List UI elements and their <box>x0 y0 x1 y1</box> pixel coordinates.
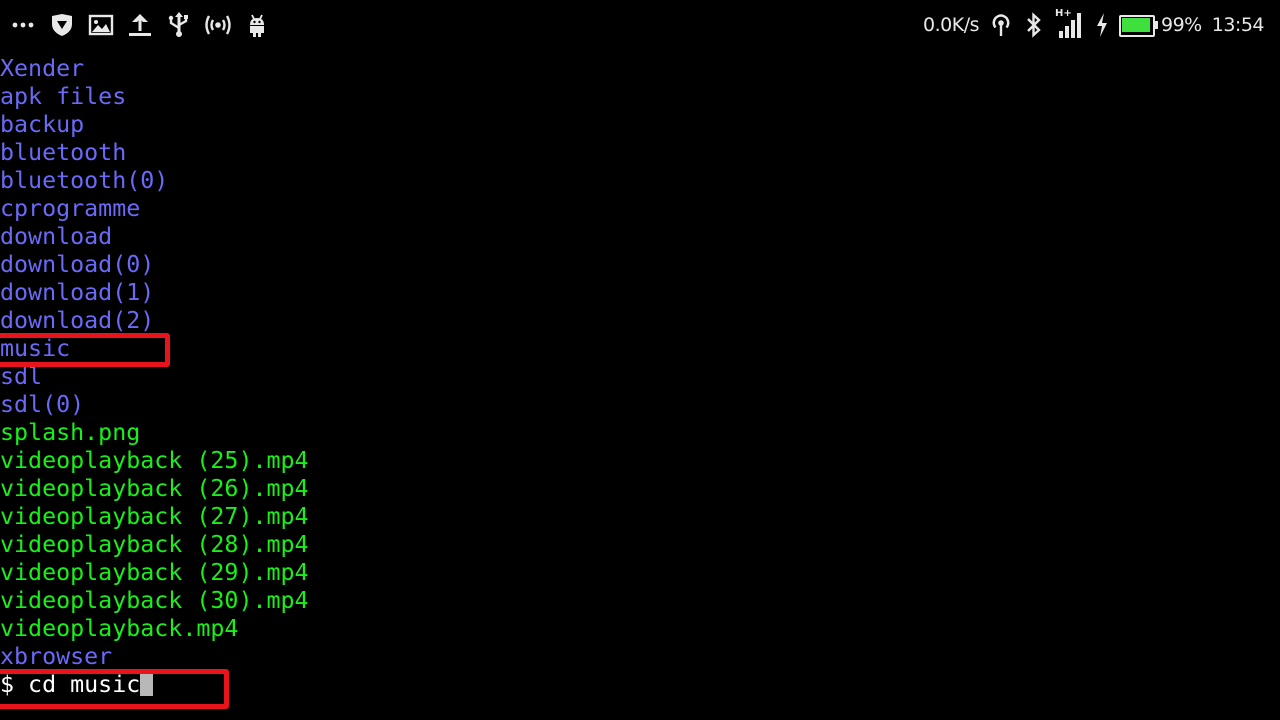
clock: 13:54 <box>1211 14 1265 36</box>
directory-entry: sdl(0) <box>0 391 85 418</box>
system-indicators: 0.0K/s H+ 99% 13:54 <box>923 8 1265 40</box>
battery-percent: 99% <box>1161 14 1202 36</box>
signal-icon: H+ <box>1055 8 1085 39</box>
file-entry: videoplayback (25).mp4 <box>0 447 309 474</box>
file-entry: videoplayback.mp4 <box>0 615 239 642</box>
highlight-box-command <box>0 669 229 709</box>
shield-icon[interactable] <box>49 12 75 38</box>
notification-icons <box>10 10 270 40</box>
network-speed: 0.0K/s <box>923 14 979 36</box>
directory-entry: music <box>0 335 71 362</box>
directory-entry: download(2) <box>0 307 155 334</box>
hotspot-icon[interactable] <box>205 12 231 38</box>
file-entry: videoplayback (27).mp4 <box>0 503 309 530</box>
directory-entry: apk files <box>0 83 127 110</box>
file-entry: videoplayback (26).mp4 <box>0 475 309 502</box>
directory-entry: bluetooth <box>0 139 127 166</box>
file-entry: videoplayback (30).mp4 <box>0 587 309 614</box>
directory-entry: sdl <box>0 363 43 390</box>
file-entry: splash.png <box>0 419 141 446</box>
status-bar: 0.0K/s H+ 99% 13:54 <box>0 0 1280 52</box>
directory-entry: Xender <box>0 55 85 82</box>
directory-entry: backup <box>0 111 85 138</box>
directory-entry: xbrowser <box>0 643 113 670</box>
usb-icon[interactable] <box>166 12 192 38</box>
image-icon[interactable] <box>88 12 114 38</box>
directory-entry: download <box>0 223 113 250</box>
charging-icon <box>1095 12 1109 38</box>
upload-icon[interactable] <box>127 12 153 38</box>
highlight-box-music <box>0 333 170 367</box>
battery-icon <box>1119 15 1158 37</box>
wifi-hotspot-icon <box>989 12 1013 38</box>
more-icon[interactable] <box>10 12 36 38</box>
terminal-output[interactable]: Xender apk files backup bluetooth bluetooth(… <box>0 55 1280 699</box>
file-entry: videoplayback (28).mp4 <box>0 531 309 558</box>
file-entry: videoplayback (29).mp4 <box>0 559 309 586</box>
directory-entry: download(0) <box>0 251 155 278</box>
directory-entry: bluetooth(0) <box>0 167 169 194</box>
bluetooth-icon <box>1023 12 1045 38</box>
android-icon[interactable] <box>244 12 270 38</box>
directory-entry: cprogramme <box>0 195 141 222</box>
directory-entry: download(1) <box>0 279 155 306</box>
